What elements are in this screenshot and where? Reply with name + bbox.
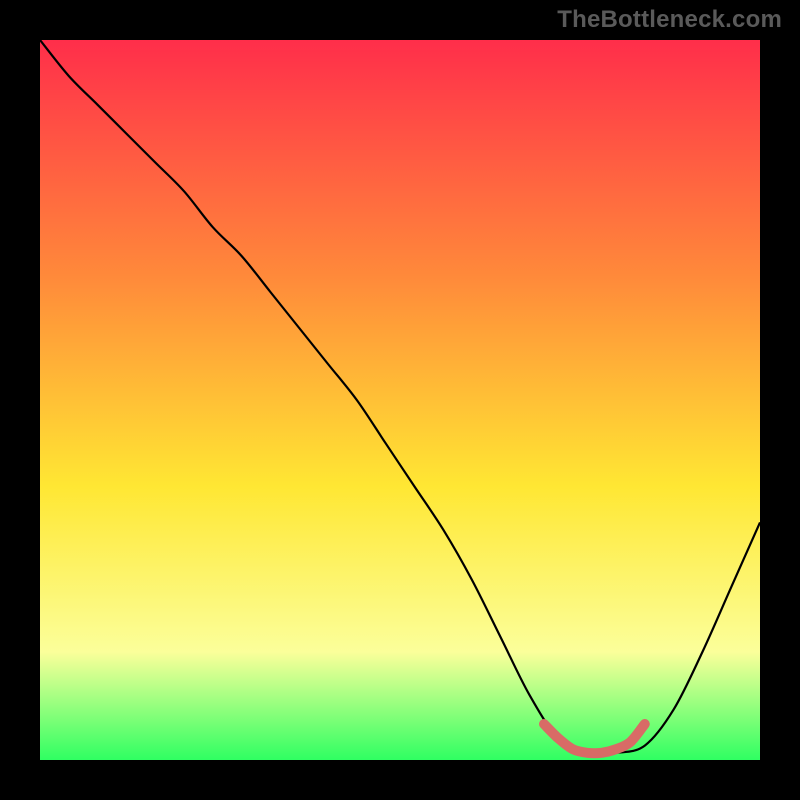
gradient-background: [40, 40, 760, 760]
watermark-text: TheBottleneck.com: [557, 6, 782, 34]
chart-stage: TheBottleneck.com: [0, 0, 800, 800]
bottleneck-chart: [40, 40, 760, 760]
